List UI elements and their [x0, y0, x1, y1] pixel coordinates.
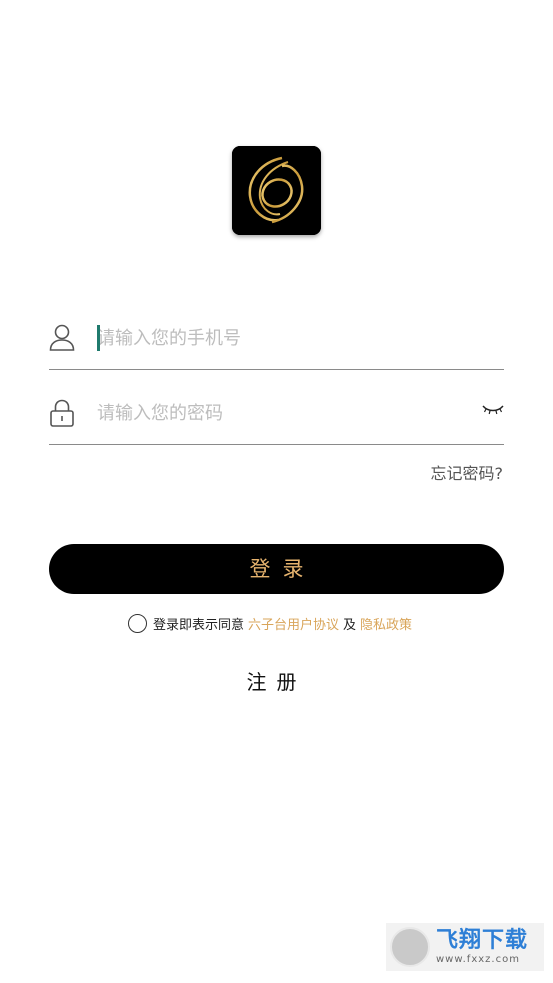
watermark: 飞翔下载 www.fxxz.com [386, 923, 544, 971]
agreement-and: 及 [343, 617, 357, 633]
register-link[interactable]: 注册 [0, 666, 553, 695]
agreement-row: 登录即表示同意 六子台用户协议 及 隐私政策 [128, 611, 416, 635]
watermark-logo-icon [390, 927, 430, 967]
login-button-label: 登录 [249, 557, 316, 581]
agreement-prefix: 登录即表示同意 [153, 617, 245, 633]
phone-field [49, 309, 504, 370]
password-field [49, 384, 504, 445]
login-button[interactable]: 登录 [49, 544, 504, 594]
text-cursor [97, 325, 100, 351]
watermark-url: www.fxxz.com [436, 953, 520, 965]
agree-checkbox[interactable] [128, 613, 147, 633]
watermark-text: 飞翔下载 www.fxxz.com [436, 927, 529, 965]
password-input[interactable] [97, 396, 467, 430]
lock-icon [49, 398, 75, 428]
phone-input[interactable] [97, 321, 467, 355]
forgot-password-link[interactable]: 忘记密码? [431, 460, 504, 484]
privacy-policy-link[interactable]: 隐私政策 [360, 614, 412, 633]
user-agreement-link[interactable]: 六子台用户协议 [248, 614, 339, 633]
six-logo-icon [232, 146, 321, 235]
eye-closed-icon[interactable] [482, 402, 504, 416]
app-logo [232, 146, 321, 235]
user-icon [49, 323, 75, 353]
watermark-title: 飞翔下载 [436, 927, 529, 953]
